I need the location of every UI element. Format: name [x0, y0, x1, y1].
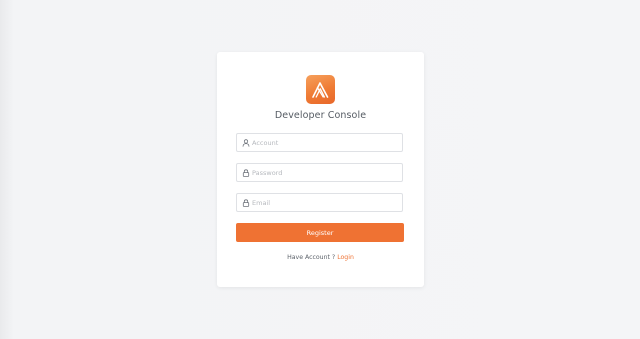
account-field[interactable] [236, 133, 403, 152]
password-input[interactable] [252, 164, 392, 181]
email-input[interactable] [252, 194, 392, 211]
user-icon [241, 138, 250, 147]
lock-icon [241, 198, 250, 207]
page-title: Developer Console [274, 110, 367, 121]
lock-icon [241, 168, 250, 177]
email-field[interactable] [236, 193, 403, 212]
logo-icon [312, 82, 329, 98]
password-field[interactable] [236, 163, 403, 182]
account-input[interactable] [252, 134, 392, 151]
register-button[interactable]: Register [236, 223, 404, 242]
app-logo [306, 75, 335, 104]
login-prompt: Have Account ? Login [217, 254, 424, 261]
register-card: Developer Console Register [217, 52, 424, 287]
have-account-text: Have Account ? [287, 254, 336, 261]
login-link[interactable]: Login [337, 254, 354, 261]
